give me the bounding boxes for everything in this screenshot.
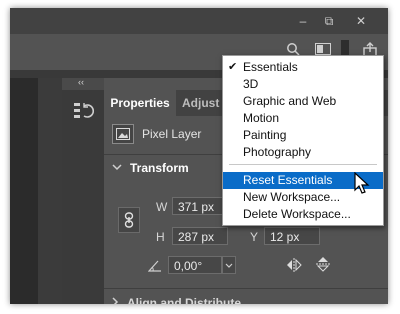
angle-dropdown-button[interactable]: [222, 256, 236, 274]
panel-icon-column: [62, 90, 104, 304]
close-icon[interactable]: ✕: [348, 11, 374, 31]
chevron-right-icon: [112, 296, 119, 304]
layer-type-row: Pixel Layer: [112, 123, 201, 145]
align-distribute-title: Align and Distribute: [127, 296, 241, 304]
width-input[interactable]: 371 px: [172, 197, 228, 215]
collapse-panels-button[interactable]: ‹‹: [62, 77, 104, 90]
divider: [104, 288, 388, 289]
align-section-header[interactable]: Align and Distribute: [112, 296, 241, 304]
menu-item-photography[interactable]: Photography: [223, 144, 383, 161]
collapse-chevrons-icon: ‹‹: [78, 77, 84, 87]
y-input[interactable]: 12 px: [264, 227, 320, 245]
angle-input[interactable]: 0,00°: [168, 256, 222, 274]
pointer-cursor-icon: [354, 172, 370, 194]
menu-item-3d[interactable]: 3D: [223, 76, 383, 93]
layer-thumbnail-icon: [112, 124, 134, 144]
menu-item-delete-workspace[interactable]: Delete Workspace...: [223, 206, 383, 223]
menu-separator: [229, 164, 377, 165]
tools-column: [38, 78, 62, 304]
y-label: Y: [250, 230, 259, 244]
minimize-icon[interactable]: –: [290, 11, 316, 31]
workspace-menu: ✔ Essentials 3D Graphic and Web Motion P…: [222, 55, 384, 226]
width-label: W: [156, 200, 168, 214]
menu-item-painting[interactable]: Painting: [223, 127, 383, 144]
angle-icon: [147, 260, 162, 275]
flip-horizontal-icon[interactable]: [286, 258, 302, 275]
height-label: H: [156, 230, 165, 244]
transform-title: Transform: [130, 161, 189, 175]
menu-item-essentials[interactable]: ✔ Essentials: [223, 59, 383, 76]
tab-properties[interactable]: Properties: [104, 90, 176, 116]
menu-item-motion[interactable]: Motion: [223, 110, 383, 127]
transform-section-header[interactable]: Transform: [112, 160, 189, 176]
menu-item-graphic-and-web[interactable]: Graphic and Web: [223, 93, 383, 110]
checkmark-icon: ✔: [228, 61, 238, 73]
canvas-area: [10, 78, 38, 304]
layer-type-label: Pixel Layer: [142, 127, 202, 141]
chevron-down-icon: [112, 163, 122, 174]
flip-vertical-icon[interactable]: [316, 256, 330, 275]
restore-icon[interactable]: ⧉: [316, 11, 342, 31]
title-bar: – ⧉ ✕: [10, 8, 388, 34]
history-icon[interactable]: [72, 100, 95, 122]
height-input[interactable]: 287 px: [172, 227, 228, 245]
tab-adjustments[interactable]: Adjust: [182, 90, 219, 116]
link-icon[interactable]: [118, 207, 140, 233]
